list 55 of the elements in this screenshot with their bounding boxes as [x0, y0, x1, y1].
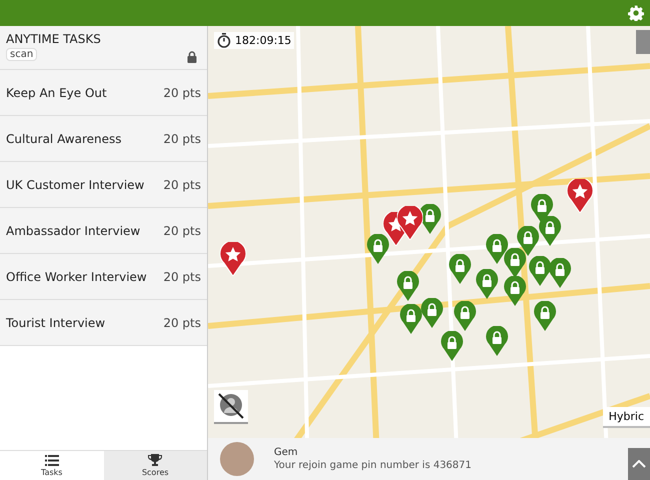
- lock-pin-icon[interactable]: [486, 234, 508, 264]
- task-name: Keep An Eye Out: [6, 86, 107, 100]
- map-type-button[interactable]: Hybric: [602, 407, 650, 428]
- lock-pin-icon[interactable]: [421, 298, 443, 328]
- chevron-up-icon: [632, 460, 646, 468]
- task-points: 20 pts: [163, 86, 201, 100]
- task-points: 20 pts: [163, 270, 201, 284]
- crossed-person-icon: [216, 391, 246, 421]
- task-name: Office Worker Interview: [6, 270, 147, 284]
- task-points: 20 pts: [163, 224, 201, 238]
- lock-pin-icon[interactable]: [517, 226, 539, 256]
- task-name: Cultural Awareness: [6, 132, 122, 146]
- lock-pin-icon[interactable]: [539, 216, 561, 246]
- task-row[interactable]: Keep An Eye Out 20 pts: [0, 70, 207, 116]
- hide-players-button[interactable]: [214, 390, 248, 424]
- lock-pin-icon[interactable]: [504, 276, 526, 306]
- lock-pin-icon[interactable]: [486, 326, 508, 356]
- task-row[interactable]: Tourist Interview 20 pts: [0, 300, 207, 346]
- star-pin-icon[interactable]: [397, 206, 423, 240]
- star-pin-icon[interactable]: [220, 242, 246, 276]
- list-icon: [44, 454, 59, 466]
- trophy-icon: [148, 454, 162, 466]
- tab[interactable]: Scores: [104, 450, 207, 480]
- lock-pin-icon[interactable]: [397, 271, 419, 301]
- scan-tag[interactable]: scan: [6, 48, 38, 61]
- lock-pin-icon[interactable]: [400, 304, 422, 334]
- task-points: 20 pts: [163, 178, 201, 192]
- lock-pin-icon[interactable]: [534, 301, 556, 331]
- chat-message: Your rejoin game pin number is 436871: [274, 460, 472, 471]
- task-points: 20 pts: [163, 132, 201, 146]
- map-drawing[interactable]: [208, 26, 650, 438]
- expand-button[interactable]: [628, 448, 650, 480]
- task-points: 20 pts: [163, 316, 201, 330]
- lock-pin-icon[interactable]: [441, 331, 463, 361]
- panel-title: ANYTIME TASKS: [6, 32, 101, 46]
- task-name: Ambassador Interview: [6, 224, 140, 238]
- task-row[interactable]: UK Customer Interview 20 pts: [0, 162, 207, 208]
- settings-icon[interactable]: [628, 5, 644, 21]
- task-row[interactable]: Ambassador Interview 20 pts: [0, 208, 207, 254]
- avatar: [220, 442, 254, 476]
- task-name: UK Customer Interview: [6, 178, 144, 192]
- lock-pin-icon[interactable]: [476, 269, 498, 299]
- stopwatch-icon: [217, 33, 231, 48]
- task-row[interactable]: Office Worker Interview 20 pts: [0, 254, 207, 300]
- lock-pin-icon[interactable]: [454, 301, 476, 331]
- star-pin-icon[interactable]: [567, 179, 593, 213]
- chat-sender: Gem: [274, 447, 299, 458]
- task-name: Tourist Interview: [6, 316, 106, 330]
- lock-pin-icon[interactable]: [504, 248, 526, 278]
- timer-text: 182:09:15: [235, 34, 292, 47]
- lock-pin-icon[interactable]: [549, 258, 571, 288]
- lock-pin-icon[interactable]: [449, 254, 471, 284]
- lock-pin-icon[interactable]: [529, 256, 551, 286]
- task-row[interactable]: Cultural Awareness 20 pts: [0, 116, 207, 162]
- lock-pin-icon[interactable]: [367, 234, 389, 264]
